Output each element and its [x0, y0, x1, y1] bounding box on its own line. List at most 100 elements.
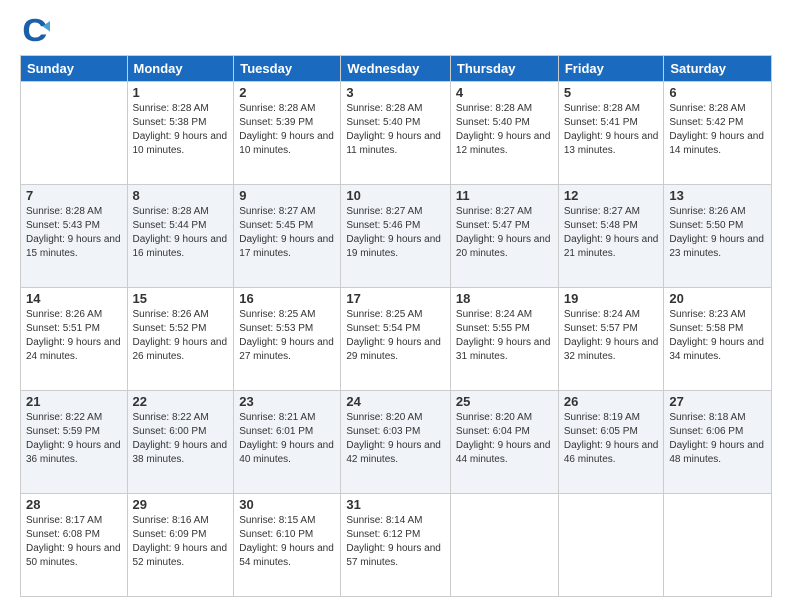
logo — [20, 15, 54, 45]
day-info: Sunrise: 8:19 AMSunset: 6:05 PMDaylight:… — [564, 411, 659, 467]
calendar-cell: 14 Sunrise: 8:26 AMSunset: 5:51 PMDayligh… — [21, 288, 128, 391]
day-info: Sunrise: 8:27 AMSunset: 5:45 PMDaylight:… — [239, 205, 335, 261]
page: SundayMondayTuesdayWednesdayThursdayFrid… — [0, 0, 792, 612]
calendar-cell — [450, 494, 558, 597]
calendar-cell: 30 Sunrise: 8:15 AMSunset: 6:10 PMDayligh… — [234, 494, 341, 597]
day-info: Sunrise: 8:20 AMSunset: 6:04 PMDaylight:… — [456, 411, 553, 467]
calendar-cell: 15 Sunrise: 8:26 AMSunset: 5:52 PMDayligh… — [127, 288, 234, 391]
day-info: Sunrise: 8:28 AMSunset: 5:39 PMDaylight:… — [239, 102, 335, 158]
header — [20, 15, 772, 45]
day-number: 19 — [564, 291, 659, 306]
day-number: 21 — [26, 394, 122, 409]
week-row-2: 7 Sunrise: 8:28 AMSunset: 5:43 PMDaylight… — [21, 185, 772, 288]
day-info: Sunrise: 8:28 AMSunset: 5:44 PMDaylight:… — [133, 205, 229, 261]
calendar-cell: 1Sunrise: 8:28 AMSunset: 5:38 PMDaylight… — [127, 82, 234, 185]
day-info: Sunrise: 8:24 AMSunset: 5:55 PMDaylight:… — [456, 308, 553, 364]
day-info: Sunrise: 8:28 AMSunset: 5:41 PMDaylight:… — [564, 102, 659, 158]
day-number: 11 — [456, 188, 553, 203]
week-row-5: 28 Sunrise: 8:17 AMSunset: 6:08 PMDayligh… — [21, 494, 772, 597]
weekday-saturday: Saturday — [664, 56, 772, 82]
day-info: Sunrise: 8:16 AMSunset: 6:09 PMDaylight:… — [133, 514, 229, 570]
day-number: 18 — [456, 291, 553, 306]
day-number: 12 — [564, 188, 659, 203]
calendar-cell: 16Sunrise: 8:25 AMSunset: 5:53 PMDayligh… — [234, 288, 341, 391]
calendar-cell: 20 Sunrise: 8:23 AMSunset: 5:58 PMDayligh… — [664, 288, 772, 391]
weekday-friday: Friday — [558, 56, 664, 82]
day-info: Sunrise: 8:24 AMSunset: 5:57 PMDaylight:… — [564, 308, 659, 364]
day-number: 30 — [239, 497, 335, 512]
day-info: Sunrise: 8:26 AMSunset: 5:52 PMDaylight:… — [133, 308, 229, 364]
calendar-cell — [664, 494, 772, 597]
day-info: Sunrise: 8:27 AMSunset: 5:48 PMDaylight:… — [564, 205, 659, 261]
day-number: 8 — [133, 188, 229, 203]
day-number: 27 — [669, 394, 766, 409]
day-number: 14 — [26, 291, 122, 306]
day-info: Sunrise: 8:26 AMSunset: 5:50 PMDaylight:… — [669, 205, 766, 261]
weekday-monday: Monday — [127, 56, 234, 82]
day-info: Sunrise: 8:15 AMSunset: 6:10 PMDaylight:… — [239, 514, 335, 570]
day-info: Sunrise: 8:14 AMSunset: 6:12 PMDaylight:… — [346, 514, 445, 570]
day-info: Sunrise: 8:18 AMSunset: 6:06 PMDaylight:… — [669, 411, 766, 467]
calendar-cell: 10 Sunrise: 8:27 AMSunset: 5:46 PMDayligh… — [341, 185, 451, 288]
day-number: 23 — [239, 394, 335, 409]
week-row-1: 1Sunrise: 8:28 AMSunset: 5:38 PMDaylight… — [21, 82, 772, 185]
day-info: Sunrise: 8:27 AMSunset: 5:47 PMDaylight:… — [456, 205, 553, 261]
day-info: Sunrise: 8:27 AMSunset: 5:46 PMDaylight:… — [346, 205, 445, 261]
week-row-4: 21 Sunrise: 8:22 AMSunset: 5:59 PMDayligh… — [21, 391, 772, 494]
day-number: 5 — [564, 85, 659, 100]
calendar-cell: 12 Sunrise: 8:27 AMSunset: 5:48 PMDayligh… — [558, 185, 664, 288]
day-number: 20 — [669, 291, 766, 306]
day-number: 29 — [133, 497, 229, 512]
week-row-3: 14 Sunrise: 8:26 AMSunset: 5:51 PMDayligh… — [21, 288, 772, 391]
day-info: Sunrise: 8:17 AMSunset: 6:08 PMDaylight:… — [26, 514, 122, 570]
day-number: 4 — [456, 85, 553, 100]
weekday-sunday: Sunday — [21, 56, 128, 82]
calendar-cell: 9 Sunrise: 8:27 AMSunset: 5:45 PMDaylight… — [234, 185, 341, 288]
calendar-cell: 31 Sunrise: 8:14 AMSunset: 6:12 PMDayligh… — [341, 494, 451, 597]
day-number: 24 — [346, 394, 445, 409]
day-info: Sunrise: 8:28 AMSunset: 5:40 PMDaylight:… — [346, 102, 445, 158]
day-info: Sunrise: 8:22 AMSunset: 5:59 PMDaylight:… — [26, 411, 122, 467]
calendar-cell: 5 Sunrise: 8:28 AMSunset: 5:41 PMDaylight… — [558, 82, 664, 185]
day-info: Sunrise: 8:26 AMSunset: 5:51 PMDaylight:… — [26, 308, 122, 364]
day-number: 22 — [133, 394, 229, 409]
calendar-table: SundayMondayTuesdayWednesdayThursdayFrid… — [20, 55, 772, 597]
weekday-thursday: Thursday — [450, 56, 558, 82]
day-number: 15 — [133, 291, 229, 306]
day-number: 7 — [26, 188, 122, 203]
day-number: 25 — [456, 394, 553, 409]
calendar-cell: 24 Sunrise: 8:20 AMSunset: 6:03 PMDayligh… — [341, 391, 451, 494]
logo-icon — [20, 15, 50, 45]
calendar-cell: 25 Sunrise: 8:20 AMSunset: 6:04 PMDayligh… — [450, 391, 558, 494]
calendar-cell: 8 Sunrise: 8:28 AMSunset: 5:44 PMDaylight… — [127, 185, 234, 288]
day-number: 6 — [669, 85, 766, 100]
weekday-header-row: SundayMondayTuesdayWednesdayThursdayFrid… — [21, 56, 772, 82]
day-number: 28 — [26, 497, 122, 512]
calendar-cell: 2 Sunrise: 8:28 AMSunset: 5:39 PMDaylight… — [234, 82, 341, 185]
day-info: Sunrise: 8:22 AMSunset: 6:00 PMDaylight:… — [133, 411, 229, 467]
day-number: 31 — [346, 497, 445, 512]
calendar-cell: 6 Sunrise: 8:28 AMSunset: 5:42 PMDaylight… — [664, 82, 772, 185]
day-number: 26 — [564, 394, 659, 409]
day-info: Sunrise: 8:20 AMSunset: 6:03 PMDaylight:… — [346, 411, 445, 467]
day-number: 9 — [239, 188, 335, 203]
day-info: Sunrise: 8:28 AMSunset: 5:43 PMDaylight:… — [26, 205, 122, 261]
calendar-cell: 28 Sunrise: 8:17 AMSunset: 6:08 PMDayligh… — [21, 494, 128, 597]
day-info: Sunrise: 8:28 AMSunset: 5:38 PMDaylight:… — [133, 102, 229, 158]
day-number: 10 — [346, 188, 445, 203]
calendar-cell — [558, 494, 664, 597]
day-number: 16 — [239, 291, 335, 306]
day-info: Sunrise: 8:23 AMSunset: 5:58 PMDaylight:… — [669, 308, 766, 364]
calendar-cell — [21, 82, 128, 185]
calendar-cell: 18 Sunrise: 8:24 AMSunset: 5:55 PMDayligh… — [450, 288, 558, 391]
day-number: 17 — [346, 291, 445, 306]
day-info: Sunrise: 8:21 AMSunset: 6:01 PMDaylight:… — [239, 411, 335, 467]
weekday-tuesday: Tuesday — [234, 56, 341, 82]
calendar-cell: 17Sunrise: 8:25 AMSunset: 5:54 PMDayligh… — [341, 288, 451, 391]
calendar-cell: 29 Sunrise: 8:16 AMSunset: 6:09 PMDayligh… — [127, 494, 234, 597]
calendar-cell: 26 Sunrise: 8:19 AMSunset: 6:05 PMDayligh… — [558, 391, 664, 494]
calendar-cell: 11 Sunrise: 8:27 AMSunset: 5:47 PMDayligh… — [450, 185, 558, 288]
day-info: Sunrise: 8:28 AMSunset: 5:42 PMDaylight:… — [669, 102, 766, 158]
day-info: Sunrise: 8:28 AMSunset: 5:40 PMDaylight:… — [456, 102, 553, 158]
day-number: 2 — [239, 85, 335, 100]
